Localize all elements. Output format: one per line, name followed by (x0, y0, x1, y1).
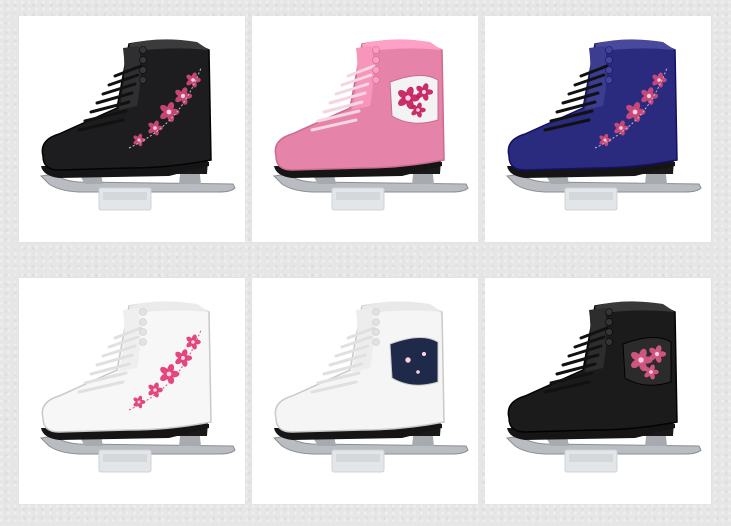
skate-drawing (505, 301, 702, 473)
lace-hook (372, 66, 380, 74)
display-stand-label (336, 192, 380, 200)
lace-hook (139, 66, 147, 74)
lace-hook (139, 318, 147, 326)
lace-hook (139, 76, 147, 84)
skate-drawing (39, 39, 236, 211)
display-stand-label (103, 454, 147, 462)
display-stand-label (336, 454, 380, 462)
skate-drawing (272, 39, 469, 211)
lace-hook (605, 338, 613, 346)
lace-hook (372, 308, 380, 316)
lace-hook (372, 318, 380, 326)
lace-hook (372, 46, 380, 54)
lace-hook (605, 328, 613, 336)
skate-image-4[interactable] (19, 278, 245, 504)
display-stand-label (569, 454, 613, 462)
skate-drawing (39, 301, 236, 473)
lace-hook (139, 308, 147, 316)
lace-hook (605, 56, 613, 64)
display-stand-label (569, 192, 613, 200)
skate-image-5[interactable] (252, 278, 478, 504)
skate-image-1[interactable] (19, 16, 245, 242)
floral-decoration (389, 75, 439, 124)
lace-hook (139, 46, 147, 54)
lace-hook (139, 338, 147, 346)
skate-image-6[interactable] (485, 278, 711, 504)
lace-hook (372, 328, 380, 336)
lace-hook (605, 46, 613, 54)
lace-hook (605, 76, 613, 84)
lace-hook (372, 56, 380, 64)
skate-drawing (272, 301, 469, 473)
skate-image-3[interactable] (485, 16, 711, 242)
floral-decoration (622, 337, 672, 386)
lace-hook (372, 76, 380, 84)
display-stand-label (103, 192, 147, 200)
skate-drawing (505, 39, 702, 211)
skate-image-2[interactable] (252, 16, 478, 242)
lace-hook (605, 66, 613, 74)
lace-hook (372, 338, 380, 346)
lace-hook (605, 308, 613, 316)
floral-decoration (389, 337, 439, 386)
lace-hook (605, 318, 613, 326)
lace-hook (139, 328, 147, 336)
product-image-grid (0, 0, 731, 526)
lace-hook (139, 56, 147, 64)
